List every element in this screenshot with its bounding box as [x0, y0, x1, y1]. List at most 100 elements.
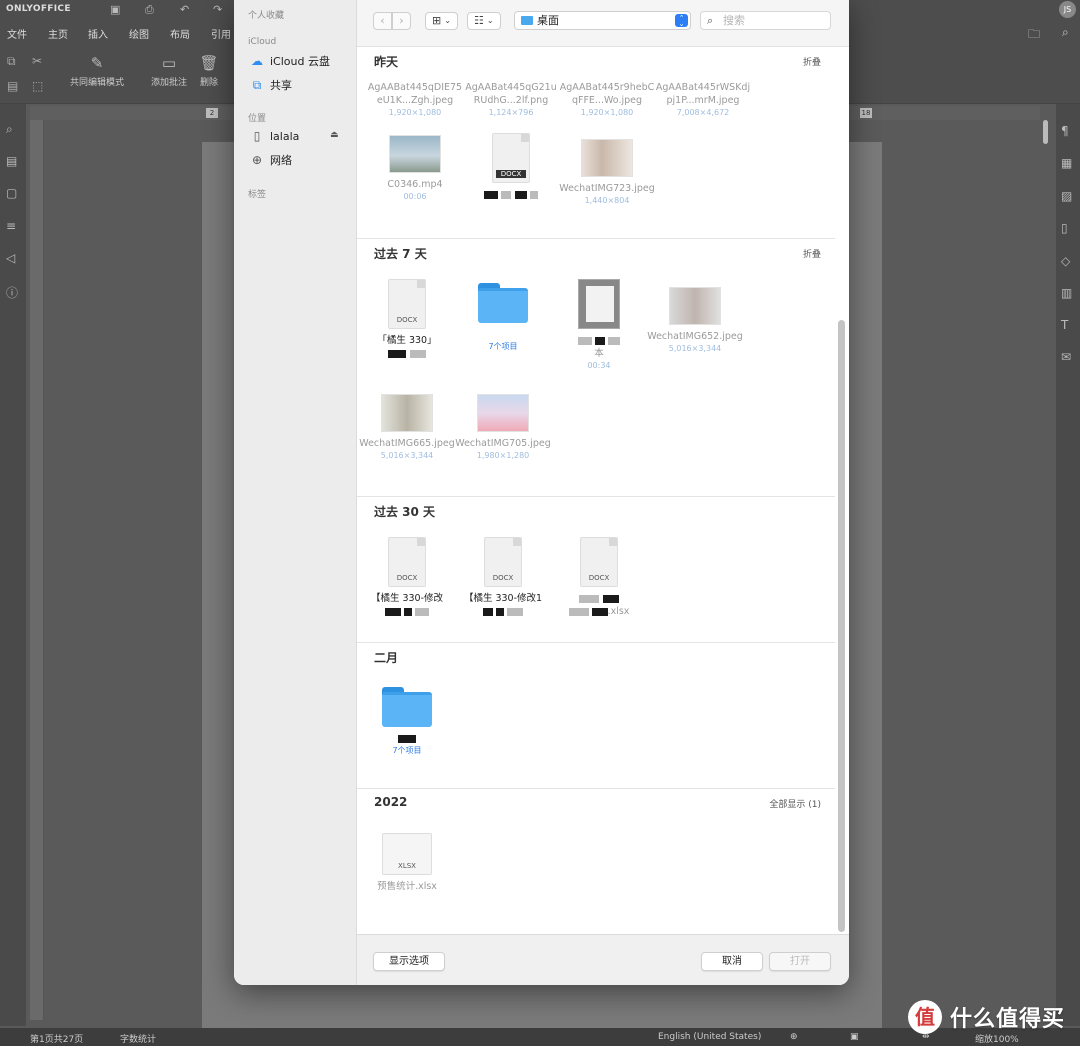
back-button[interactable]: ‹ [373, 12, 392, 30]
forward-button[interactable]: › [392, 12, 411, 30]
cancel-button[interactable]: 取消 [701, 952, 763, 971]
file-item[interactable]: AgAABat445qG21uRUdhG...2lf.png 1,124×796 [463, 81, 559, 119]
paragraph-icon[interactable]: ¶ [1061, 124, 1069, 138]
file-meta: 7,008×4,672 [676, 108, 730, 117]
language-indicator[interactable]: English (United States) [658, 1032, 761, 1042]
open-button[interactable]: 打开 [769, 952, 831, 971]
folder-count: 7个项目 [488, 342, 518, 351]
cloud-icon: ☁ [251, 54, 263, 68]
sidebar-item-icloud-drive[interactable]: ☁ iCloud 云盘 [250, 52, 330, 70]
image-thumbnail [669, 287, 721, 325]
user-avatar[interactable]: JS [1059, 1, 1076, 18]
select-icon[interactable]: ⬚ [32, 79, 43, 93]
file-item[interactable]: AgAABat445r9hebCqFFE...Wo.jpeg 1,920×1,0… [559, 81, 655, 119]
file-name: WechatIMG723.jpeg [559, 183, 655, 194]
location-select[interactable]: 桌面 ⌃ ⌄ [514, 11, 691, 30]
section-2022: 2022 全部显示 (1) XLSX 预售统计.xlsx [357, 788, 835, 934]
sidebar-item-label: 共享 [270, 79, 292, 92]
folder-item[interactable]: 7个项目 [359, 687, 455, 757]
page-indicator[interactable]: 第1页共27页 [30, 1032, 83, 1045]
file-meta: 5,016×3,344 [380, 451, 434, 460]
search-icon[interactable]: ⌕ [6, 122, 13, 137]
sidebar-item-shared[interactable]: ⧉ 共享 [250, 76, 292, 94]
feedback-icon[interactable]: ◁ [6, 251, 15, 265]
doc-tag: DOCX [492, 574, 514, 582]
redo-icon[interactable]: ↷ [213, 3, 222, 16]
about-icon[interactable]: ⓘ [6, 284, 18, 301]
paste-icon[interactable]: ▤ [7, 79, 18, 93]
file-extension: .xlsx [607, 606, 630, 617]
file-item[interactable]: AgAABat445qDIE75eU1K...Zgh.jpeg 1,920×1,… [367, 81, 463, 119]
copy-icon[interactable]: ⧉ [7, 54, 16, 69]
sidebar-item-network[interactable]: ⊕ 网络 [250, 151, 292, 169]
search-placeholder: 搜索 [723, 14, 745, 27]
file-item[interactable]: WechatIMG652.jpeg 5,016×3,344 [647, 287, 743, 355]
menu-home[interactable]: 主页 [48, 26, 68, 41]
search-input[interactable]: ⌕ 搜索 [700, 11, 831, 30]
shape-icon[interactable]: ◇ [1061, 254, 1070, 268]
chat-icon[interactable]: ▢ [6, 186, 17, 200]
coedit-mode-button[interactable]: ✎ 共同编辑模式 [62, 54, 132, 88]
collapse-button[interactable]: 折叠 [803, 55, 821, 68]
section-last-30-days: 过去 30 天 DOCX 【橘生 330-修改 DOCX 【橘生 330-修改1 [357, 496, 835, 642]
docx-thumbnail: DOCX [580, 537, 618, 587]
sidebar-item-disk[interactable]: ▯ lalala [250, 127, 300, 145]
file-item[interactable]: WechatIMG665.jpeg 5,016×3,344 [359, 394, 455, 462]
file-item[interactable]: DOCX [463, 133, 559, 201]
chart-icon[interactable]: ▥ [1061, 286, 1072, 300]
header-footer-icon[interactable]: ▯ [1061, 221, 1068, 235]
show-options-button[interactable]: 显示选项 [373, 952, 445, 971]
word-count[interactable]: 字数统计 [120, 1032, 156, 1045]
eject-icon[interactable]: ⏏ [330, 130, 339, 140]
chevron-down-icon: ⌄ [444, 16, 451, 25]
file-item[interactable]: DOCX 【橘生 330-修改 [359, 537, 455, 618]
menu-insert[interactable]: 插入 [88, 26, 108, 41]
document-scrollbar[interactable] [1043, 120, 1048, 144]
coedit-label: 共同编辑模式 [69, 78, 124, 88]
cut-icon[interactable]: ✂ [32, 54, 42, 68]
file-name: WechatIMG652.jpeg [647, 331, 743, 342]
menu-file[interactable]: 文件 [7, 26, 27, 41]
watermark-text: 什么值得买 [950, 1007, 1066, 1032]
comments-icon[interactable]: ▤ [6, 154, 17, 168]
file-item[interactable]: C0346.mp4 00:06 [367, 135, 463, 203]
doc-tag: DOCX [588, 574, 610, 582]
dialog-scrollbar[interactable] [838, 320, 845, 932]
folder-item[interactable]: 7个项目 [455, 283, 551, 353]
chevron-updown-icon: ⌃ ⌄ [675, 14, 688, 28]
add-comment-button[interactable]: ▭ 添加批注 [145, 54, 193, 88]
file-item[interactable]: WechatIMG705.jpeg 1,980×1,280 [455, 394, 551, 462]
menu-layout[interactable]: 布局 [170, 26, 190, 41]
view-mode-button[interactable]: ⊞ ⌄ [425, 12, 458, 30]
search-icon[interactable]: ⌕ [1062, 25, 1069, 40]
table-icon[interactable]: ▦ [1061, 156, 1072, 170]
delete-label: 删除 [199, 78, 218, 88]
file-item[interactable]: DOCX 「橘生 330」 [359, 279, 455, 360]
mail-merge-icon[interactable]: ✉ [1061, 350, 1071, 364]
save-icon[interactable]: ▣ [110, 3, 120, 16]
sidebar-locations-header: 位置 [248, 114, 267, 124]
delete-comment-button[interactable]: 🗑 删除 [196, 54, 222, 88]
menu-references[interactable]: 引用 [211, 26, 231, 41]
file-item[interactable]: XLSX 预售统计.xlsx [359, 833, 455, 893]
file-item[interactable]: DOCX 【橘生 330-修改1 [455, 537, 551, 618]
file-item[interactable]: AgAABat445rWSKdjpj1P...mrM.jpeg 7,008×4,… [655, 81, 751, 119]
file-item[interactable]: DOCX .xlsx [551, 537, 647, 618]
add-comment-label: 添加批注 [150, 78, 187, 88]
text-art-icon[interactable]: T [1061, 318, 1068, 332]
show-all-button[interactable]: 全部显示 (1) [769, 797, 821, 810]
globe-icon[interactable]: ⊕ [790, 1032, 798, 1042]
undo-icon[interactable]: ↶ [180, 3, 189, 16]
print-icon[interactable]: ⎙ [145, 3, 154, 17]
file-item[interactable]: 本 00:34 [551, 279, 647, 372]
watermark-logo: 值 [908, 1000, 942, 1034]
track-changes-icon[interactable]: ▣ [850, 1032, 859, 1042]
navigation-icon[interactable]: ≡ [6, 219, 16, 233]
folder-open-icon[interactable]: 🗀 [1028, 25, 1040, 46]
group-mode-button[interactable]: ☷ ⌄ [467, 12, 501, 30]
image-icon[interactable]: ▨ [1061, 189, 1072, 203]
collapse-button[interactable]: 折叠 [803, 247, 821, 260]
file-item[interactable]: WechatIMG723.jpeg 1,440×804 [559, 139, 655, 207]
menu-draw[interactable]: 绘图 [129, 26, 149, 41]
file-name: WechatIMG705.jpeg [455, 438, 551, 449]
